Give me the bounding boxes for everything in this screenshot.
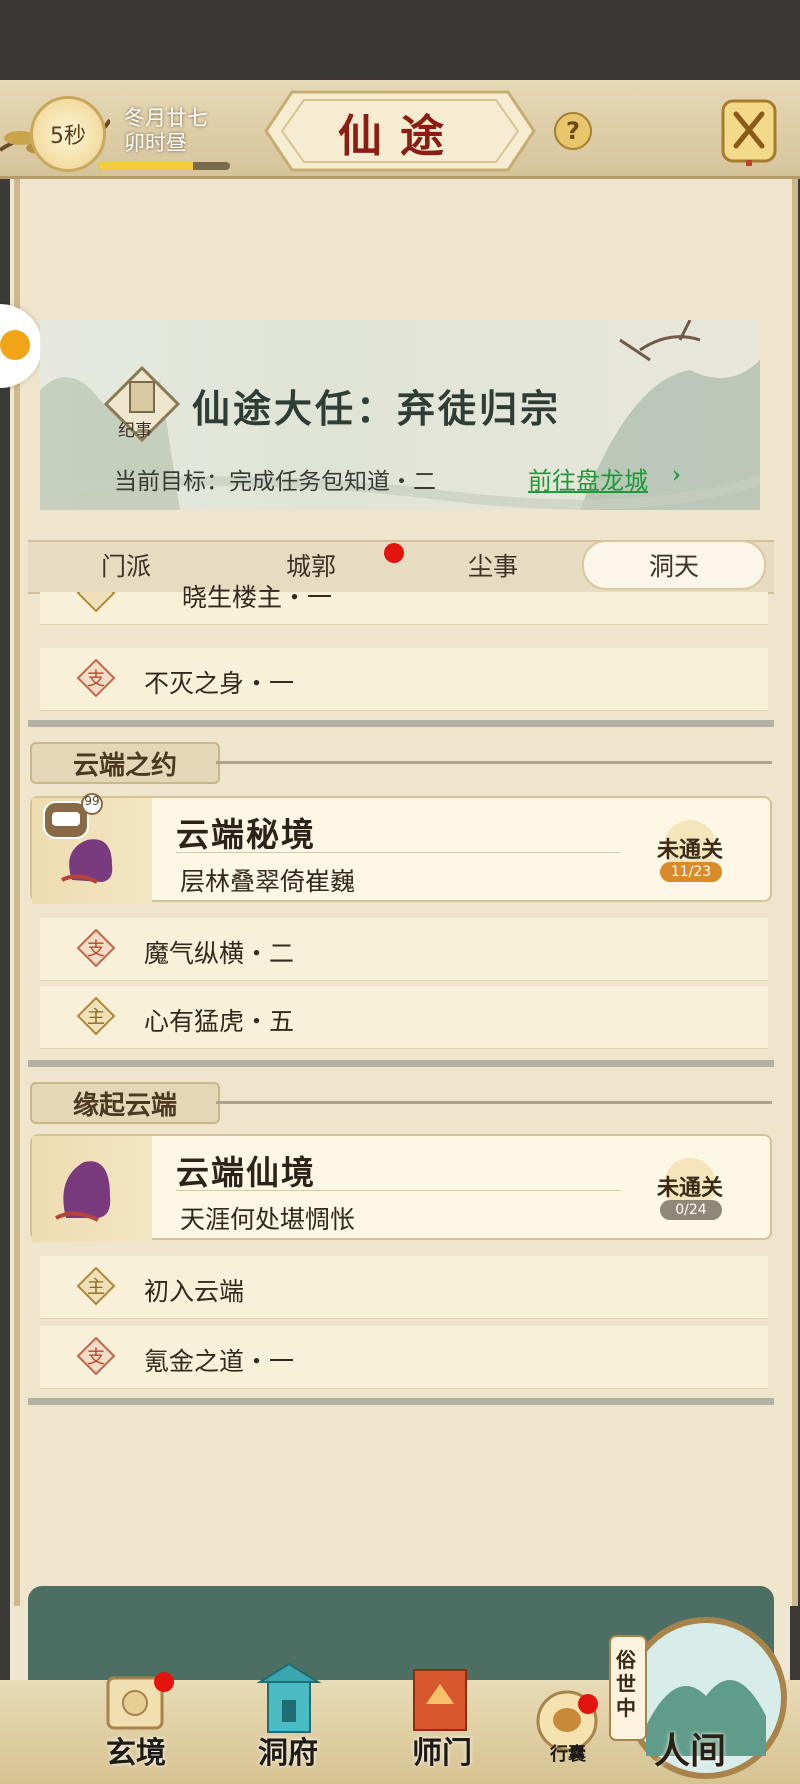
progress-count: 0/24 [660, 1200, 722, 1220]
svg-text:支: 支 [87, 939, 105, 960]
notification-dot [578, 1694, 598, 1714]
nav-suishizhong: 俗世中 [616, 1648, 636, 1720]
time-progress-fill [98, 162, 194, 170]
list-item[interactable]: 心有猛虎・五 [40, 986, 768, 1049]
help-button[interactable]: ? [554, 112, 592, 150]
lunar-time: 卯时昼 [124, 131, 187, 155]
section-heading: 缘起云端 [30, 1082, 220, 1124]
chevron-right-icon: › [672, 462, 681, 488]
main-quest-icon: 主 [76, 996, 116, 1036]
list-item-label: 心有猛虎・五 [144, 1007, 295, 1036]
svg-text:主: 主 [87, 1007, 105, 1028]
quest-title: 仙途大任：弃徒归宗 [192, 386, 562, 431]
chat-count: 99 [84, 794, 100, 808]
side-quest-icon: 支 [76, 658, 116, 698]
list-item[interactable]: 不灭之身・一 [40, 648, 768, 711]
nav-xingnang[interactable]: 行囊 [550, 1740, 586, 1766]
top-strip [0, 0, 800, 80]
list-item-label: 初入云端 [144, 1277, 245, 1306]
section-heading: 云端之约 [30, 742, 220, 784]
rock-spirit-icon [55, 1161, 111, 1222]
tab-chenshi[interactable]: 尘事 [400, 540, 586, 590]
section-line [216, 1101, 772, 1104]
page-title: 仙途 [338, 111, 462, 162]
list-item-label: 魔气纵横・二 [144, 939, 295, 968]
main-quest-icon [76, 592, 116, 613]
banner-flag-icon[interactable] [408, 1664, 472, 1734]
card-divider [176, 852, 620, 853]
goal-link[interactable]: 前往盘龙城 [528, 461, 648, 496]
notification-dot [154, 1672, 174, 1692]
svg-text:主: 主 [87, 1277, 105, 1298]
svg-text:支: 支 [87, 1347, 105, 1368]
side-quest-icon: 支 [76, 1336, 116, 1376]
side-quest-icon: 支 [76, 928, 116, 968]
list-item[interactable]: 初入云端 [40, 1256, 768, 1319]
nav-xuanjing[interactable]: 玄境 [106, 1728, 166, 1772]
list-item-label: 不灭之身・一 [144, 669, 295, 698]
list-item-label: 氪金之道・一 [144, 1347, 295, 1376]
nav-renjian[interactable]: 人间 [654, 1722, 726, 1774]
seal-label: 纪事 [118, 421, 152, 441]
status-label: 未通关 [656, 1175, 723, 1201]
time-progress-bar [98, 162, 230, 170]
tab-dongtian[interactable]: 洞天 [582, 540, 766, 590]
nav-dongfu[interactable]: 洞府 [258, 1728, 318, 1772]
card-title: 云端仙境 [176, 1153, 316, 1192]
main-quest-icon: 主 [76, 1266, 116, 1306]
pavilion-icon[interactable] [256, 1662, 322, 1736]
section-divider [28, 720, 774, 727]
notification-dot [384, 543, 404, 563]
list-item-label: 晓生楼主・一 [182, 583, 333, 612]
gamepad-icon [0, 330, 30, 360]
close-button[interactable] [720, 98, 778, 166]
list-item[interactable]: 魔气纵横・二 [40, 918, 768, 981]
card-subtitle: 天涯何处堪惆怅 [180, 1205, 356, 1234]
section-divider [28, 1060, 774, 1067]
current-goal: 当前目标：完成任务包知道・二 [114, 469, 436, 495]
timer-badge[interactable]: 5秒 [30, 96, 106, 172]
card-title: 云端秘境 [176, 815, 316, 854]
status-label: 未通关 [656, 837, 723, 863]
progress-count: 11/23 [660, 862, 722, 882]
nav-shimen[interactable]: 师门 [412, 1728, 472, 1772]
card-subtitle: 层林叠翠倚崔巍 [180, 867, 356, 896]
card-divider [176, 1190, 620, 1191]
section-divider [28, 1398, 774, 1405]
list-item[interactable]: 氪金之道・一 [40, 1326, 768, 1389]
svg-text:支: 支 [87, 669, 105, 690]
list-item[interactable]: 晓生楼主・一 [40, 583, 768, 625]
section-line [216, 761, 772, 764]
